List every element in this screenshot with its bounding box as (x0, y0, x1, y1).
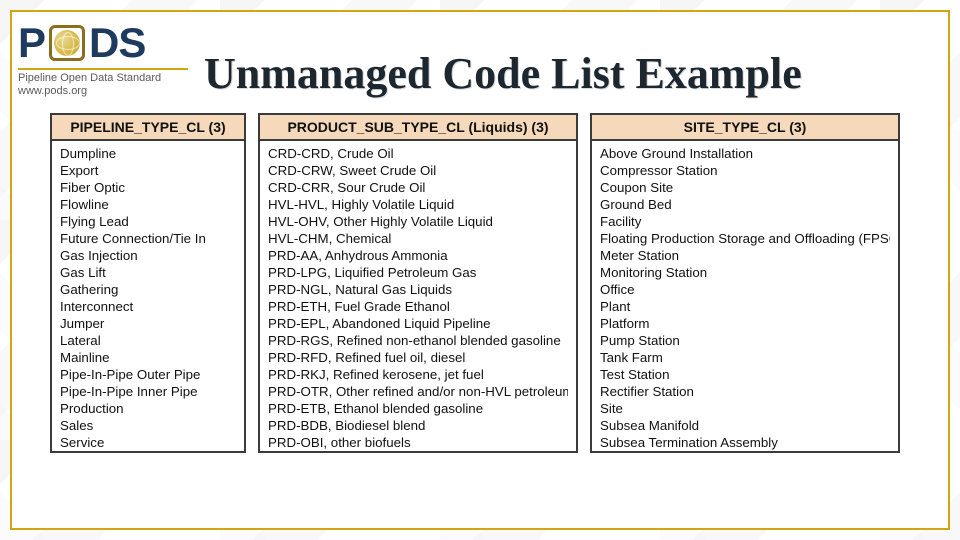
list-item: Facility (600, 213, 890, 230)
list-item: HVL-CHM, Chemical (268, 230, 568, 247)
list-item: Pipe-In-Pipe Inner Pipe (60, 383, 236, 400)
list-item: PRD-EPL, Abandoned Liquid Pipeline (268, 315, 568, 332)
logo-url: www.pods.org (18, 85, 87, 98)
table-product-sub-type: PRODUCT_SUB_TYPE_CL (Liquids) (3) CRD-CR… (258, 113, 578, 453)
table-header: PIPELINE_TYPE_CL (3) (52, 115, 244, 141)
list-item: Jumper (60, 315, 236, 332)
header: P DS Pipeline Open Data Standard www.pod… (12, 12, 948, 99)
table-pipeline-type: PIPELINE_TYPE_CL (3) Dumpline Export Fib… (50, 113, 246, 453)
list-item: Monitoring Station (600, 264, 890, 281)
list-item: Tank Farm (600, 349, 890, 366)
logo-underline (18, 68, 188, 70)
list-item: PRD-OBI, other biofuels (268, 434, 568, 451)
list-item: CRD-CRW, Sweet Crude Oil (268, 162, 568, 179)
list-item: Test Station (600, 366, 890, 383)
table-body: Dumpline Export Fiber Optic Flowline Fly… (52, 141, 244, 453)
list-item: PRD-RKJ, Refined kerosene, jet fuel (268, 366, 568, 383)
list-item: Rectifier Station (600, 383, 890, 400)
list-item: Fiber Optic (60, 179, 236, 196)
list-item: Gas Lift (60, 264, 236, 281)
list-item: Future Connection/Tie In (60, 230, 236, 247)
list-item: PRD-NGL, Natural Gas Liquids (268, 281, 568, 298)
list-item: PRD-BDB, Biodiesel blend (268, 417, 568, 434)
list-item: Gas Injection (60, 247, 236, 264)
list-item: Lateral (60, 332, 236, 349)
code-list-tables: PIPELINE_TYPE_CL (3) Dumpline Export Fib… (12, 99, 948, 453)
list-item: PRD-RFD, Refined fuel oil, diesel (268, 349, 568, 366)
logo-letters-ds: DS (89, 22, 145, 64)
list-item: PRD-RGS, Refined non-ethanol blended gas… (268, 332, 568, 349)
list-item: Site (600, 400, 890, 417)
logo-mark: P DS (18, 22, 145, 64)
list-item: Service (60, 434, 236, 451)
list-item: Meter Station (600, 247, 890, 264)
list-item: HVL-HVL, Highly Volatile Liquid (268, 196, 568, 213)
list-item: Subsea Termination Assembly (600, 434, 890, 451)
table-header: SITE_TYPE_CL (3) (592, 115, 898, 141)
list-item: Office (600, 281, 890, 298)
list-item: Subsea Tie-in (600, 451, 890, 453)
logo-tagline: Pipeline Open Data Standard (18, 72, 161, 85)
list-item: Flowline (60, 196, 236, 213)
list-item: HVL-OHV, Other Highly Volatile Liquid (268, 213, 568, 230)
list-item: Export (60, 162, 236, 179)
list-item: Mainline (60, 349, 236, 366)
slide-content: P DS Pipeline Open Data Standard www.pod… (12, 12, 948, 528)
list-item: PRD-OTR, Other refined and/or non-HVL pe… (268, 383, 568, 400)
list-item: Above Ground Installation (600, 145, 890, 162)
list-item: Gathering (60, 281, 236, 298)
list-item: Floating Production Storage and Offloadi… (600, 230, 890, 247)
logo-letter-p: P (18, 22, 45, 64)
list-item: Platform (600, 315, 890, 332)
list-item: PRD-ETH, Fuel Grade Ethanol (268, 298, 568, 315)
list-item: Ground Bed (600, 196, 890, 213)
pods-logo: P DS Pipeline Open Data Standard www.pod… (18, 20, 188, 98)
list-item: PRD-ETB, Ethanol blended gasoline (268, 400, 568, 417)
list-item: Sales (60, 417, 236, 434)
list-item: Pipe-In-Pipe Outer Pipe (60, 366, 236, 383)
slide-title: Unmanaged Code List Example (204, 20, 802, 99)
list-item: Site Piping (60, 451, 236, 453)
list-item: PRD-AA, Anhydrous Ammonia (268, 247, 568, 264)
list-item: Coupon Site (600, 179, 890, 196)
table-site-type: SITE_TYPE_CL (3) Above Ground Installati… (590, 113, 900, 453)
list-item: PRD-CO2, Carbon Dioxide (268, 451, 568, 453)
list-item: Interconnect (60, 298, 236, 315)
list-item: CRD-CRR, Sour Crude Oil (268, 179, 568, 196)
list-item: Plant (600, 298, 890, 315)
list-item: CRD-CRD, Crude Oil (268, 145, 568, 162)
table-body: CRD-CRD, Crude Oil CRD-CRW, Sweet Crude … (260, 141, 576, 453)
table-header: PRODUCT_SUB_TYPE_CL (Liquids) (3) (260, 115, 576, 141)
table-body: Above Ground Installation Compressor Sta… (592, 141, 898, 453)
list-item: Production (60, 400, 236, 417)
list-item: PRD-LPG, Liquified Petroleum Gas (268, 264, 568, 281)
list-item: Pump Station (600, 332, 890, 349)
globe-icon (49, 25, 85, 61)
list-item: Flying Lead (60, 213, 236, 230)
list-item: Compressor Station (600, 162, 890, 179)
list-item: Subsea Manifold (600, 417, 890, 434)
list-item: Dumpline (60, 145, 236, 162)
